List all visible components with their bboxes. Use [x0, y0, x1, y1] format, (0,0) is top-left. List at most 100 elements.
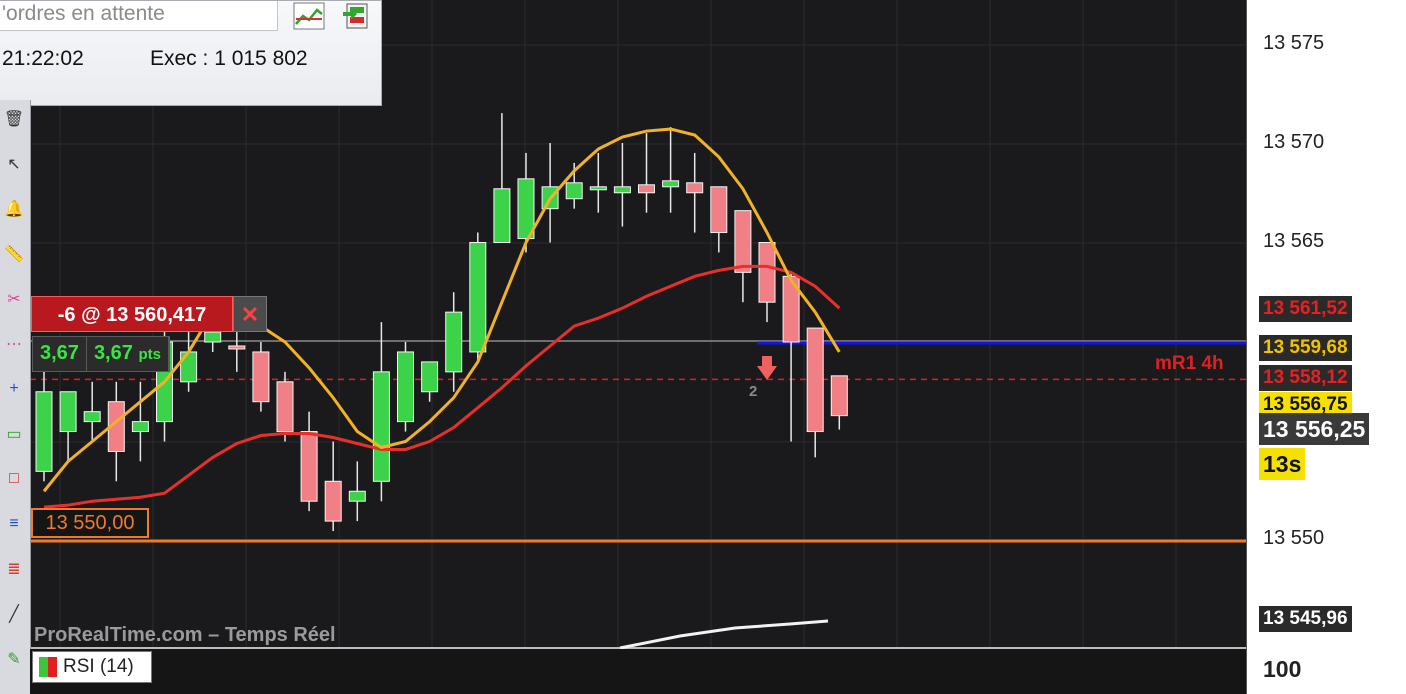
- sell-arrow-shape: [757, 356, 777, 380]
- candle: [830, 375, 848, 430]
- candle-body: [493, 188, 511, 244]
- candle: [806, 327, 824, 458]
- take-profit-label[interactable]: 13 550,00: [31, 508, 149, 538]
- candle: [758, 242, 776, 323]
- candle: [83, 381, 101, 442]
- candle: [469, 232, 487, 362]
- countdown-tag: 13s: [1259, 448, 1306, 480]
- rectangle-icon[interactable]: ▭: [2, 423, 26, 445]
- candle-body: [469, 242, 487, 353]
- candle-body: [710, 186, 728, 234]
- pnl-unit: pts: [138, 346, 161, 363]
- price-axis[interactable]: 13 575 13 570 13 565 13 550 13 561,52 13…: [1246, 0, 1406, 694]
- candle-body: [686, 182, 704, 194]
- candle-body: [300, 431, 318, 502]
- candle: [686, 152, 704, 233]
- trash-icon[interactable]: 🗑: [2, 108, 26, 130]
- candle-body: [83, 411, 101, 423]
- price-tag-pivot-high: 13 561,52: [1259, 296, 1352, 322]
- axis-tick-label: 13 565: [1263, 230, 1325, 252]
- candle: [228, 332, 246, 372]
- rsi-legend[interactable]: RSI (14): [32, 651, 152, 683]
- candle: [613, 143, 631, 227]
- candle: [252, 342, 270, 412]
- dots-icon[interactable]: ⋯: [2, 333, 26, 355]
- candle: [35, 371, 53, 482]
- position-label[interactable]: -6 @ 13 560,417: [31, 296, 233, 332]
- candle-body: [35, 391, 53, 472]
- position-marker[interactable]: -6 @ 13 560,417 ✕: [31, 296, 267, 332]
- pnl-points: 3,67: [33, 337, 87, 371]
- order-tool-icon[interactable]: [340, 1, 374, 31]
- candle: [107, 381, 125, 482]
- candle: [589, 152, 607, 213]
- axis-tick-label: 13 570: [1263, 131, 1325, 153]
- square-icon[interactable]: □: [2, 468, 26, 490]
- price-tag-pivot: 13 558,12: [1259, 365, 1352, 391]
- candle-body: [252, 351, 270, 403]
- candle-body: [830, 375, 848, 417]
- sell-signal-icon: [757, 356, 777, 380]
- candle-body: [324, 480, 342, 522]
- candle-body: [565, 182, 583, 200]
- rsi-panel[interactable]: [30, 649, 1246, 694]
- axis-tick-label: 13 550: [1263, 527, 1325, 549]
- pnl-value: 3,67 pts: [87, 337, 169, 371]
- candle-body: [806, 327, 824, 433]
- lower-indicator-line: [619, 619, 829, 650]
- candle: [421, 361, 439, 402]
- cursor-icon[interactable]: ↖: [2, 153, 26, 175]
- candle: [131, 381, 149, 462]
- candle-body: [276, 381, 294, 433]
- candle: [59, 391, 77, 462]
- ruler-icon[interactable]: 📏: [2, 243, 26, 265]
- order-time: 21:22:02: [2, 47, 84, 70]
- candle-body: [204, 331, 222, 343]
- candle-body: [758, 242, 776, 303]
- candle: [348, 461, 366, 522]
- candle-body: [589, 186, 607, 191]
- candle-body: [613, 186, 631, 194]
- watermark: ProRealTime.com – Temps Réel: [34, 624, 336, 646]
- candle-body: [372, 371, 390, 482]
- order-panel: 'ordres en attente 21:22:02 Exec : 1 015…: [0, 0, 382, 106]
- candle: [276, 371, 294, 442]
- candle-body: [421, 361, 439, 393]
- candle: [782, 272, 800, 442]
- price-tag-ma-fast: 13 559,68: [1259, 335, 1352, 361]
- rsi-legend-label: RSI (14): [63, 656, 134, 677]
- candle: [372, 322, 390, 502]
- candle-body: [59, 391, 77, 433]
- alert-bell-icon[interactable]: 🔔: [2, 198, 26, 220]
- candle-body: [662, 180, 680, 188]
- candle: [300, 411, 318, 512]
- chart-settings-icon[interactable]: [292, 1, 326, 31]
- pivot-label: mR1 4h: [1155, 353, 1224, 374]
- axis-tick-label: 13 575: [1263, 32, 1325, 54]
- pending-orders-field[interactable]: 'ordres en attente: [0, 1, 278, 31]
- candle: [397, 342, 414, 432]
- candle-body: [228, 345, 246, 350]
- scissors-icon[interactable]: ✂: [2, 288, 26, 310]
- signal-count: 2: [749, 383, 758, 400]
- rsi-color-icon: [39, 657, 57, 677]
- candle: [493, 113, 511, 244]
- drawing-toolbar: 🗑 ↖ 🔔 📏 ✂ ⋯ + ▭ □ ≡ ≣ ╱ ✎: [0, 100, 31, 694]
- pencil-icon[interactable]: ✎: [2, 648, 26, 670]
- candle: [662, 127, 680, 213]
- fibonacci-icon[interactable]: ≣: [2, 558, 26, 580]
- line-tool-icon[interactable]: ╱: [2, 603, 26, 625]
- close-position-button[interactable]: ✕: [233, 296, 267, 332]
- candle-body: [734, 210, 752, 273]
- candle-body: [180, 351, 198, 383]
- candle-body: [397, 351, 414, 423]
- candle: [517, 152, 535, 253]
- candle-body: [131, 421, 149, 433]
- text-tool-icon[interactable]: ≡: [2, 513, 26, 535]
- order-exec-count: Exec : 1 015 802: [150, 47, 308, 70]
- price-tag-indicator: 13 545,96: [1259, 606, 1352, 632]
- pnl-value-number: 3,67: [93, 342, 133, 364]
- crosshair-icon[interactable]: +: [2, 378, 26, 400]
- candle: [734, 210, 752, 303]
- rsi-axis-tick: 100: [1263, 656, 1302, 682]
